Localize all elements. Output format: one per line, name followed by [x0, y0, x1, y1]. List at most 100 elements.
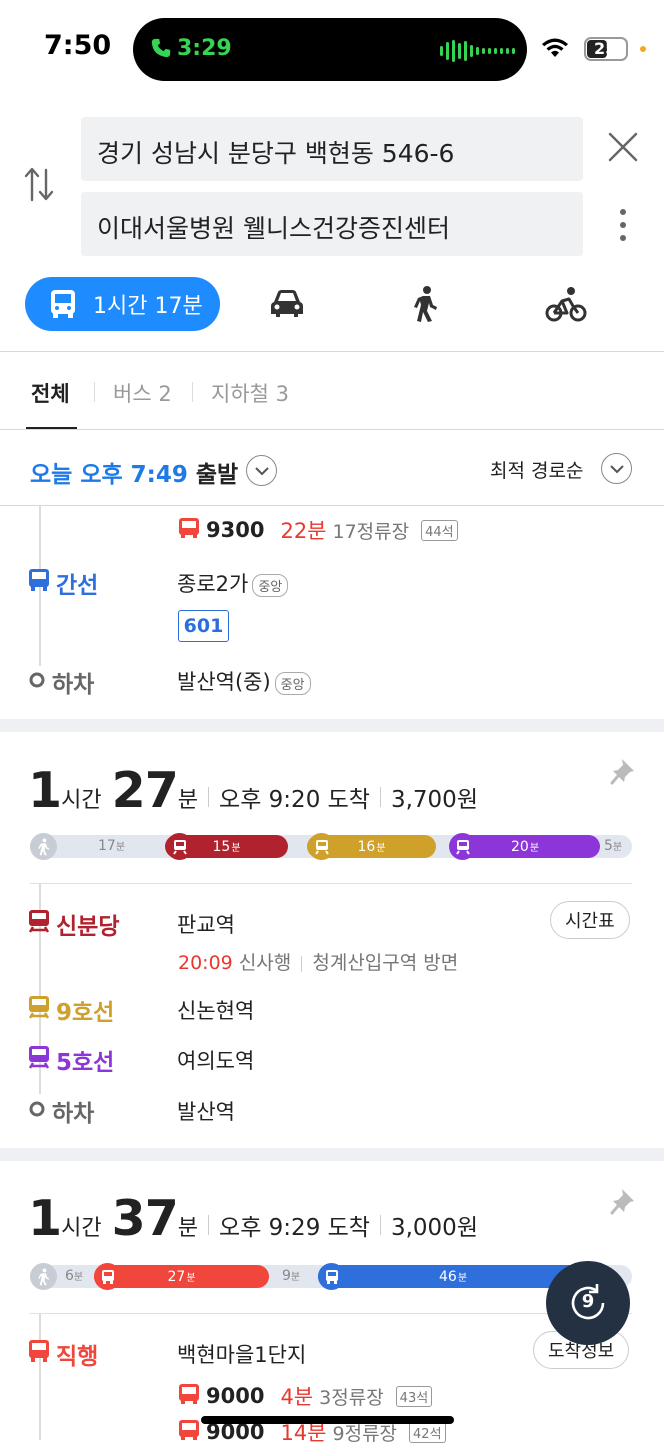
close-icon[interactable]: [607, 131, 639, 167]
segment-walk-label: 6분: [65, 1268, 84, 1284]
route-summary[interactable]: 1 시간 37 분 오후 9:29 도착 3,000원: [28, 1190, 478, 1247]
sort-option[interactable]: 최적 경로순: [490, 456, 583, 483]
arrival-time: 오후 9:29 도착: [219, 1215, 370, 1241]
bus-route-badge[interactable]: 601: [178, 610, 229, 642]
alight-circle-icon: [28, 669, 46, 695]
station-name: 신논현역: [177, 999, 255, 1023]
call-duration: 3:29: [177, 36, 232, 61]
minutes-unit: 분: [177, 1216, 199, 1241]
leg-label: 간선: [28, 566, 98, 600]
divider: [0, 429, 664, 430]
bus-wait: 22분: [280, 519, 327, 543]
line-name: 신분당: [56, 914, 120, 940]
subway-icon: [28, 909, 50, 939]
audio-wave-icon: [440, 40, 515, 62]
bus-icon: [178, 1419, 200, 1446]
walk-icon: [30, 833, 57, 860]
boarding-stop: 백현마을1단지: [177, 1343, 307, 1367]
bus-icon: [94, 1263, 121, 1290]
bus-stops: 17정류장: [332, 520, 410, 543]
boarding-stop: 종로2가 중앙: [177, 568, 289, 598]
section-gap: [0, 719, 664, 732]
refresh-icon: 9: [567, 1282, 609, 1324]
bus-icon: [28, 568, 50, 598]
divider: [0, 505, 664, 506]
divider: [30, 1313, 632, 1314]
leg-line5: 5호선: [28, 1043, 114, 1077]
tab-subway[interactable]: 지하철 3: [211, 378, 289, 408]
bus-icon: [178, 1383, 200, 1410]
next-train-info: 20:09 신사행 청계산입구역 방면: [178, 948, 458, 975]
subway-icon: [166, 833, 193, 860]
pin-icon[interactable]: [610, 1187, 638, 1219]
tab-all[interactable]: 전체: [31, 378, 70, 408]
alight-text: 하차: [52, 1101, 95, 1127]
status-bar: 7:50 3:29 25: [0, 0, 664, 100]
bike-icon[interactable]: [545, 286, 587, 326]
wifi-icon: [540, 36, 570, 62]
fare: 3,000원: [390, 1215, 478, 1241]
mode-transit-button[interactable]: 1시간 17분: [25, 277, 220, 331]
line-name: 9호선: [56, 1000, 115, 1026]
tab-divider: [94, 382, 95, 402]
origin-input[interactable]: 경기 성남시 분당구 백현동 546-6: [81, 117, 583, 181]
timetable-button[interactable]: 시간표: [550, 901, 630, 939]
divider: [0, 351, 664, 352]
train-destination: 신사행: [238, 952, 292, 974]
battery-icon: 25: [584, 37, 628, 61]
pin-icon[interactable]: [610, 757, 638, 789]
bus-arrival-row: 9000 4분 3정류장 43석: [178, 1381, 433, 1411]
refresh-button[interactable]: 9: [546, 1261, 630, 1345]
chevron-down-icon[interactable]: [246, 455, 277, 486]
bus-number: 9000: [206, 1384, 265, 1408]
stop-name: 종로2가: [177, 572, 249, 596]
bus-seats: 44석: [421, 519, 458, 541]
line-name: 5호선: [56, 1050, 115, 1076]
fare: 3,700원: [390, 787, 478, 813]
route-summary[interactable]: 1 시간 27 분 오후 9:20 도착 3,700원: [28, 762, 478, 819]
walk-icon[interactable]: [413, 285, 439, 327]
segment-walk-label: 17분: [98, 838, 126, 854]
home-indicator[interactable]: [201, 1416, 454, 1424]
departure-suffix: 출발: [195, 462, 239, 488]
station-name: 판교역: [177, 913, 235, 937]
segment-walk-label: 9분: [282, 1268, 301, 1284]
tab-divider: [192, 382, 193, 402]
bus-arrival-row: 9300 22분 17정류장 44석: [178, 515, 458, 545]
destination-input[interactable]: 이대서울병원 웰니스건강증진센터: [81, 192, 583, 256]
bus-icon: [28, 1339, 50, 1369]
divider: [30, 883, 632, 884]
swap-icon[interactable]: [22, 164, 58, 208]
next-train-time: 20:09: [178, 952, 233, 974]
arrival-time: 오후 9:20 도착: [219, 787, 370, 813]
walk-icon: [30, 1263, 57, 1290]
transit-time-label: 1시간 17분: [93, 294, 203, 319]
alight-circle-icon: [28, 1098, 46, 1124]
stop-name: 발산역(중): [177, 670, 271, 694]
bus-icon: [318, 1263, 345, 1290]
alight-label: 하차: [28, 665, 94, 699]
route-timeline-bar: 17분 15 분 16 분 20 분 5분: [30, 833, 632, 860]
tab-bus[interactable]: 버스 2: [113, 378, 172, 408]
bus-seats: 43석: [395, 1385, 433, 1407]
hours-unit: 시간: [61, 1216, 102, 1241]
departure-time[interactable]: 오늘 오후 7:49 출발: [30, 455, 238, 489]
leg-line9: 9호선: [28, 993, 114, 1027]
route-timeline-bar: 6분 27 분 9분 46 분: [30, 1263, 632, 1290]
bus-icon: [178, 517, 200, 544]
more-options-icon[interactable]: [616, 207, 630, 247]
bus-seats: 42석: [409, 1421, 446, 1443]
leg-shinbundang: 신분당: [28, 907, 119, 941]
bus-icon: [49, 289, 77, 325]
lane-tag: 중앙: [274, 671, 311, 695]
leg-label-text: 간선: [56, 573, 99, 599]
alight-label: 하차: [28, 1094, 94, 1128]
chevron-down-icon[interactable]: [601, 453, 632, 484]
route-line: [39, 1314, 41, 1440]
subway-icon: [449, 833, 476, 860]
refresh-countdown: 9: [581, 1291, 595, 1312]
car-icon[interactable]: [270, 288, 304, 322]
phone-icon: [150, 36, 172, 64]
duration-hours: 1: [28, 1190, 62, 1247]
duration-hours: 1: [28, 762, 62, 819]
